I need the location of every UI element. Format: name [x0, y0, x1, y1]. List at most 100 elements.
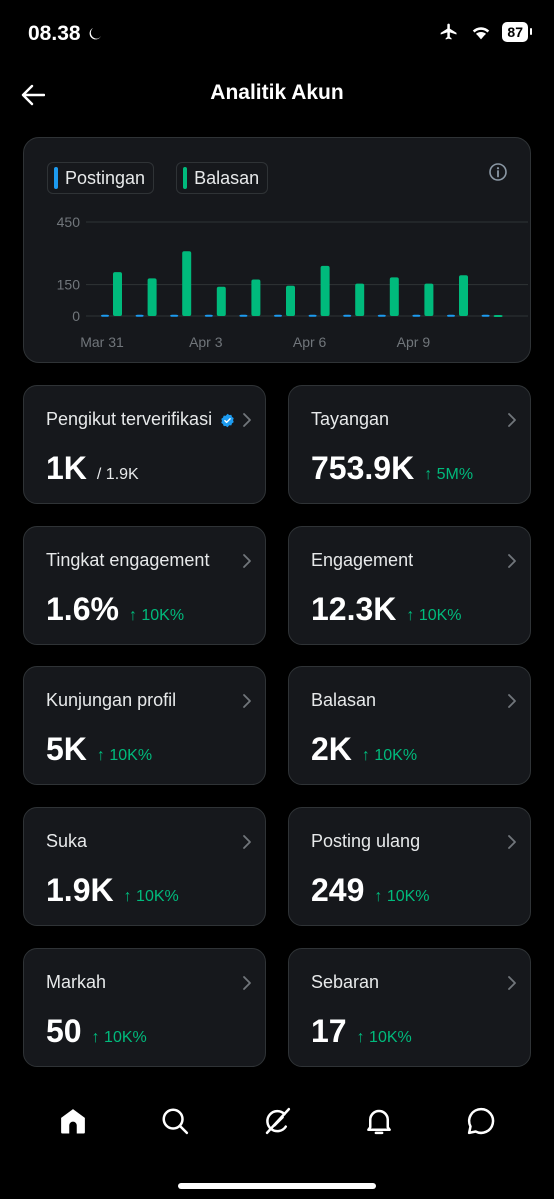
- nav-search[interactable]: [151, 1097, 199, 1145]
- nav-messages[interactable]: [457, 1097, 505, 1145]
- home-indicator: [178, 1183, 376, 1189]
- metric-value-row: 1.9K ↑ 10K%: [46, 872, 179, 909]
- info-icon[interactable]: [488, 162, 508, 182]
- metric-card[interactable]: Pengikut terverifikasi 1K / 1.9K: [23, 385, 266, 504]
- home-icon: [61, 1109, 85, 1134]
- bar-balasan: [251, 279, 261, 316]
- metric-value-row: 50 ↑ 10K%: [46, 1013, 147, 1050]
- bar-balasan: [320, 265, 330, 316]
- metric-value-row: 1.6% ↑ 10K%: [46, 591, 184, 628]
- metric-change: ↑ 10K%: [374, 888, 430, 905]
- bar-balasan: [493, 314, 503, 317]
- page-title: Analitik Akun: [210, 81, 344, 104]
- bar-postingan: [170, 314, 179, 317]
- chevron-right-icon: [508, 554, 516, 568]
- status-time: 08.38: [28, 22, 81, 45]
- nav-notifications[interactable]: [355, 1097, 403, 1145]
- chart-legend: Postingan Balasan: [47, 162, 269, 194]
- bar-postingan: [135, 314, 144, 317]
- bar-balasan: [355, 283, 365, 316]
- metric-change: ↑ 10K%: [356, 1029, 412, 1046]
- metric-value-row: 17 ↑ 10K%: [311, 1013, 412, 1050]
- bar-balasan: [286, 285, 295, 316]
- bar-postingan: [239, 314, 248, 317]
- metric-card[interactable]: Tingkat engagement 1.6% ↑ 10K%: [23, 526, 266, 645]
- legend-replies-swatch: [183, 167, 188, 189]
- metric-label: Suka: [46, 831, 88, 851]
- metric-label: Sebaran: [311, 972, 380, 992]
- bar-balasan: [424, 283, 434, 316]
- bar-postingan: [412, 314, 421, 317]
- legend-replies[interactable]: Balasan: [176, 162, 269, 194]
- metric-card[interactable]: Suka 1.9K ↑ 10K%: [23, 807, 266, 926]
- x-tick-label: Apr 9: [397, 334, 431, 350]
- metric-value-row: 2K ↑ 10K%: [311, 731, 417, 768]
- metric-value: 2K: [311, 731, 352, 767]
- metric-value-row: 5K ↑ 10K%: [46, 731, 152, 768]
- metric-change: ↑ 10K%: [96, 747, 153, 764]
- grok-icon: [265, 1107, 291, 1135]
- bar-postingan: [101, 314, 109, 317]
- metric-card[interactable]: Posting ulang 249 ↑ 10K%: [288, 807, 531, 926]
- chart-card: 450 150 0 Mar 31 Apr 3 Apr 6 Apr 9 Postingan B…: [23, 137, 531, 363]
- y-tick-label: 450: [57, 214, 81, 230]
- bar-postingan: [308, 314, 317, 317]
- metric-card[interactable]: Balasan 2K ↑ 10K%: [288, 666, 531, 785]
- chevron-right-icon: [243, 976, 251, 990]
- metric-card[interactable]: Kunjungan profil 5K ↑ 10K%: [23, 666, 266, 785]
- metric-value: 50: [46, 1013, 82, 1049]
- y-tick-label: 0: [72, 308, 80, 324]
- bar-postingan: [343, 314, 352, 317]
- metric-card[interactable]: Sebaran 17 ↑ 10K%: [288, 948, 531, 1067]
- x-tick-label: Mar 31: [80, 334, 124, 350]
- x-tick-label: Apr 6: [293, 334, 327, 350]
- bar-postingan: [447, 314, 455, 317]
- metric-value-row: 12.3K ↑ 10K%: [311, 591, 462, 628]
- chevron-right-icon: [243, 413, 251, 427]
- bar-balasan: [216, 286, 226, 316]
- metric-label: Balasan: [311, 690, 377, 710]
- metric-card[interactable]: Markah 50 ↑ 10K%: [23, 948, 266, 1067]
- metric-label: Pengikut terverifikasi: [46, 409, 213, 429]
- metric-change: ↑ 10K%: [406, 607, 462, 624]
- metric-value-row: 249 ↑ 10K%: [311, 872, 430, 909]
- moon-icon: [89, 28, 101, 40]
- header: Analitik Akun: [0, 70, 554, 118]
- metric-value-row: 1K / 1.9K: [46, 450, 139, 487]
- metric-label: Tingkat engagement: [46, 550, 210, 570]
- chevron-right-icon: [508, 694, 516, 708]
- bar-balasan: [389, 277, 399, 316]
- nav-grok[interactable]: [253, 1097, 301, 1145]
- bar-balasan: [459, 275, 468, 316]
- metric-change: ↑ 10K%: [128, 607, 185, 624]
- x-tick-label: Apr 3: [189, 334, 223, 350]
- bar-postingan: [481, 314, 490, 317]
- metric-value: 249: [311, 872, 365, 908]
- metric-card[interactable]: Engagement 12.3K ↑ 10K%: [288, 526, 531, 645]
- metric-change: ↑ 10K%: [123, 888, 179, 905]
- metric-label: Markah: [46, 972, 107, 992]
- legend-posts-label: Postingan: [65, 167, 146, 188]
- metric-change: ↑ 5M%: [424, 466, 474, 483]
- metric-change: ↑ 10K%: [91, 1029, 147, 1046]
- metric-subvalue: / 1.9K: [96, 466, 139, 483]
- metric-value-row: 753.9K ↑ 5M%: [311, 450, 473, 487]
- metric-label: Posting ulang: [311, 831, 421, 851]
- legend-posts[interactable]: Postingan: [47, 162, 155, 194]
- bar-postingan: [377, 314, 386, 317]
- bar-balasan: [182, 251, 192, 316]
- nav-home[interactable]: [49, 1097, 97, 1145]
- metric-value: 753.9K: [311, 450, 415, 486]
- metric-change: ↑ 10K%: [361, 747, 418, 764]
- y-tick-label: 150: [57, 277, 81, 293]
- chevron-right-icon: [243, 694, 251, 708]
- bottom-nav: [0, 1088, 554, 1154]
- legend-replies-label: Balasan: [194, 167, 260, 188]
- bar-balasan: [147, 278, 157, 316]
- metric-card[interactable]: Tayangan 753.9K ↑ 5M%: [288, 385, 531, 504]
- legend-posts-swatch: [54, 167, 58, 189]
- chevron-right-icon: [508, 835, 516, 849]
- status-time-group: 08.38: [28, 22, 103, 46]
- bar-postingan: [274, 314, 282, 317]
- metric-value: 12.3K: [311, 591, 397, 627]
